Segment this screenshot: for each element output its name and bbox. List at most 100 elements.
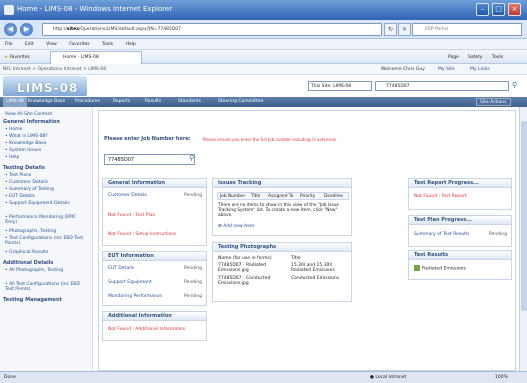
job-number-label: Please enter Job Number here: [104, 136, 191, 142]
main-content: Please enter Job Number here: Please ens… [98, 110, 516, 371]
status-text: Done [4, 375, 16, 380]
nav-performance-monitoring[interactable]: • Performance Monitoring (EMC Only) [5, 215, 89, 225]
breadcrumb: NFL Intranet > Operations Intranet > LIM… [3, 67, 107, 72]
nav-eut-details[interactable]: • EUT Details [5, 194, 35, 199]
close-button[interactable]: × [508, 3, 521, 16]
browser-tab[interactable]: Home - LIMS-08 [50, 51, 142, 64]
nav-home[interactable]: • Home [5, 127, 22, 132]
nav-knowledge-base[interactable]: Knowledge Base [28, 97, 65, 107]
nav-lims-08[interactable]: LIMS-08 [3, 97, 27, 107]
nav-reports[interactable]: Reports [113, 97, 130, 107]
col-title[interactable]: Title [251, 193, 260, 200]
additional-information-title: Additional Information [103, 312, 206, 321]
setup-instructions-not-found: Not Found : Setup Instructions [108, 232, 177, 237]
my-links-link[interactable]: My Links [470, 64, 490, 75]
nav-standards[interactable]: Standards [178, 97, 201, 107]
search-go-icon[interactable]: ⚲ [512, 81, 517, 89]
nav-help[interactable]: • Help [5, 155, 19, 160]
photo-row-name[interactable]: 77485D07 - Conducted Emissions.jpg [218, 276, 284, 286]
stop-icon[interactable]: × [398, 23, 411, 36]
nav-all-test-configurations[interactable]: • All Test Configurations (inc EBD Test … [5, 282, 89, 292]
general-information-panel: General Information Customer Details Pend… [102, 178, 207, 246]
col-assigned-to[interactable]: Assigned To [268, 193, 293, 200]
search-input[interactable]: ERP Portal [412, 23, 522, 36]
url-field[interactable]: http://sites/Operations/LIMS/default.asp… [42, 23, 382, 36]
vertical-scrollbar[interactable] [519, 107, 527, 371]
job-number-input[interactable]: 77485D07 [104, 154, 195, 165]
view-all-link[interactable]: View All Site Content [5, 112, 52, 117]
nav-all-photographs[interactable]: • All Photographs, Testing [5, 268, 85, 273]
tools-menu[interactable]: Tools [492, 53, 503, 62]
forward-icon[interactable]: ▶ [20, 23, 33, 36]
additional-details-heading[interactable]: Additional Details [3, 260, 53, 266]
nav-support-equipment[interactable]: • Support Equipment Details [5, 201, 89, 206]
issues-tracking-panel: Issues Tracking Job Number Title Assigne… [212, 178, 352, 236]
testing-photographs-panel: Testing Photographs Name (for use in for… [212, 242, 352, 302]
photo-row-name[interactable]: 77485D07 - Radiated Emissions.jpg [218, 263, 284, 273]
scrollbar-thumb[interactable] [521, 121, 527, 311]
chart-icon [414, 265, 420, 271]
monitoring-performance-row[interactable]: Monitoring Performance Pending [108, 293, 202, 300]
back-icon[interactable]: ◀ [4, 23, 17, 36]
additional-information-panel: Additional Information Not Found : Addit… [102, 311, 207, 341]
site-logo: LIMS-08 [3, 76, 87, 96]
ie-icon [4, 5, 14, 15]
testing-photographs-title: Testing Photographs [213, 243, 351, 252]
nav-graphical-results[interactable]: • Graphical Results [5, 250, 48, 255]
menu-favorites[interactable]: Favorites [69, 42, 89, 47]
page-menu[interactable]: Page [448, 53, 459, 62]
test-results-panel: Test Results Radiated Emissions [408, 250, 512, 280]
customer-details-row[interactable]: Customer Details Pending [108, 192, 202, 199]
testing-management-heading[interactable]: Testing Management [3, 297, 62, 303]
additional-information-not-found: Not Found : Additional Information [108, 327, 186, 332]
photo-col-name[interactable]: Name (for use in forms) [218, 256, 272, 261]
menu-tools[interactable]: Tools [102, 42, 113, 47]
photo-row-title: 15.30I and 15.30II Radiated Emissions [291, 263, 335, 273]
nav-photographs-testing[interactable]: • Photographs, Testing [5, 229, 56, 234]
col-job-number[interactable]: Job Number [220, 193, 245, 200]
nav-system-issues[interactable]: • System Issues [5, 148, 41, 153]
nav-results[interactable]: Results [145, 97, 161, 107]
summary-test-results-row[interactable]: Summary of Test Results Pending [414, 231, 507, 238]
site-actions-button[interactable]: Site Actions [476, 98, 511, 106]
col-priority[interactable]: Priority [300, 193, 315, 200]
test-plan-progress-title: Test Plan Progress... [409, 216, 511, 225]
eut-details-row[interactable]: EUT Details Pending [108, 265, 202, 272]
nav-what-is[interactable]: • What is LIMS-08? [5, 134, 48, 139]
nav-test-configurations[interactable]: • Test Configurations (inc EBD Test Poin… [5, 236, 89, 246]
nav-steering-committee[interactable]: Steering Committee [218, 97, 263, 107]
favorites-button[interactable]: ★ Favorites [4, 53, 30, 62]
nav-test-plans[interactable]: • Test Plans [5, 173, 31, 178]
add-new-item-link[interactable]: ⊞ Add new item [218, 224, 254, 229]
issues-header-row: Job Number Title Assigned To Priority De… [217, 192, 349, 200]
site-search-input[interactable]: 77485D07 [375, 81, 509, 91]
test-plan-progress-panel: Test Plan Progress... Summary of Test Re… [408, 215, 512, 247]
maximize-button[interactable]: □ [492, 3, 505, 16]
general-info-heading[interactable]: General Information [3, 119, 60, 125]
col-deadline[interactable]: Deadline [324, 193, 343, 200]
nav-knowledge-base-left[interactable]: • Knowledge Base [5, 141, 46, 146]
nav-customer-details[interactable]: • Customer Details [5, 180, 48, 185]
zoom-level[interactable]: 100% [495, 372, 508, 383]
menu-edit[interactable]: Edit [25, 42, 34, 47]
nav-procedures[interactable]: Procedures [75, 97, 100, 107]
menu-view[interactable]: View [46, 42, 57, 47]
eut-information-title: EUT Information [103, 252, 206, 261]
menu-file[interactable]: File [5, 42, 13, 47]
testing-details-heading[interactable]: Testing Details [3, 165, 45, 171]
safety-menu[interactable]: Safety [468, 53, 482, 62]
job-search-icon[interactable]: ⚲ [189, 154, 194, 162]
photo-col-title[interactable]: Title [291, 256, 301, 261]
test-report-progress-title: Test Report Progress... [409, 179, 511, 188]
site-header: LIMS-08 This Site: LIMS-08 77485D07 ⚲ [0, 75, 527, 97]
radiated-emissions-result[interactable]: Radiated Emissions [414, 265, 507, 272]
menu-help[interactable]: Help [126, 42, 136, 47]
welcome-menu[interactable]: Welcome Chris Guy [381, 64, 425, 75]
minimize-button[interactable]: – [476, 3, 489, 16]
support-equipment-row[interactable]: Support Equipment Pending [108, 279, 202, 286]
search-scope-select[interactable]: This Site: LIMS-08 [308, 81, 372, 91]
refresh-icon[interactable]: ↻ [384, 23, 397, 36]
quick-launch: View All Site Content General Informatio… [0, 107, 93, 371]
my-site-link[interactable]: My Site [438, 64, 455, 75]
nav-summary-testing[interactable]: • Summary of Testing [5, 187, 54, 192]
